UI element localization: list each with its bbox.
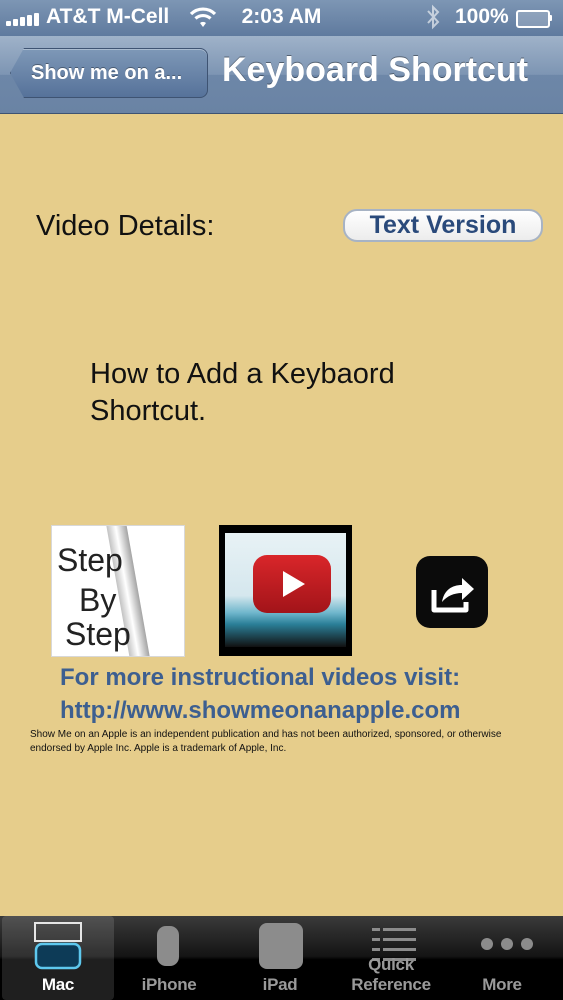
text-version-button[interactable]: Text Version [343, 209, 543, 242]
tab-ipad-label: iPad [262, 975, 298, 994]
more-videos-promo: For more instructional videos visit: htt… [60, 661, 460, 727]
more-videos-text: For more instructional videos visit: [60, 664, 461, 691]
disclaimer-text: Show Me on an Apple is an independent pu… [30, 729, 502, 754]
page-title: Keyboard Shortcut [222, 51, 529, 89]
tab-ipad[interactable]: iPad [224, 916, 336, 1000]
battery-icon [516, 10, 552, 28]
tab-quick-reference-label: Quick Reference [351, 955, 431, 994]
youtube-video-button[interactable] [219, 525, 352, 656]
video-thumbnail [225, 533, 346, 647]
video-details-label: Video Details: [36, 210, 215, 242]
tab-mac-label: Mac [41, 975, 75, 994]
share-icon [431, 578, 474, 613]
back-button[interactable]: Show me on a... [10, 48, 208, 98]
website-link[interactable]: http://www.showmeonanapple.com [60, 694, 460, 727]
video-title: How to Add a Keybaord Shortcut. [90, 358, 395, 427]
step-by-step-button[interactable]: Step By Step [51, 525, 185, 657]
play-icon [253, 555, 331, 613]
tab-iphone-label: iPhone [141, 975, 197, 994]
battery-percent: 100% [455, 5, 509, 28]
tab-quick-reference[interactable]: Quick Reference [335, 916, 447, 1000]
iphone-icon [157, 926, 179, 966]
step-text-2: Step [65, 616, 131, 652]
tab-more[interactable]: More [446, 916, 558, 1000]
tab-iphone[interactable]: iPhone [113, 916, 225, 1000]
navigation-bar: Show me on a... Keyboard Shortcut [0, 36, 563, 114]
more-icon [481, 938, 533, 950]
status-bar: AT&T M-Cell 2:03 AM 100% [0, 0, 563, 36]
ipad-icon [259, 923, 303, 969]
bluetooth-icon [424, 4, 442, 36]
tab-mac[interactable]: Mac [2, 916, 114, 1000]
by-text: By [79, 582, 117, 618]
tab-bar: Mac iPhone iPad Quick Reference More [0, 916, 563, 1000]
step-text: Step [57, 542, 123, 578]
share-button[interactable] [416, 556, 488, 628]
tab-more-label: More [482, 975, 522, 994]
mac-icon [34, 922, 82, 970]
